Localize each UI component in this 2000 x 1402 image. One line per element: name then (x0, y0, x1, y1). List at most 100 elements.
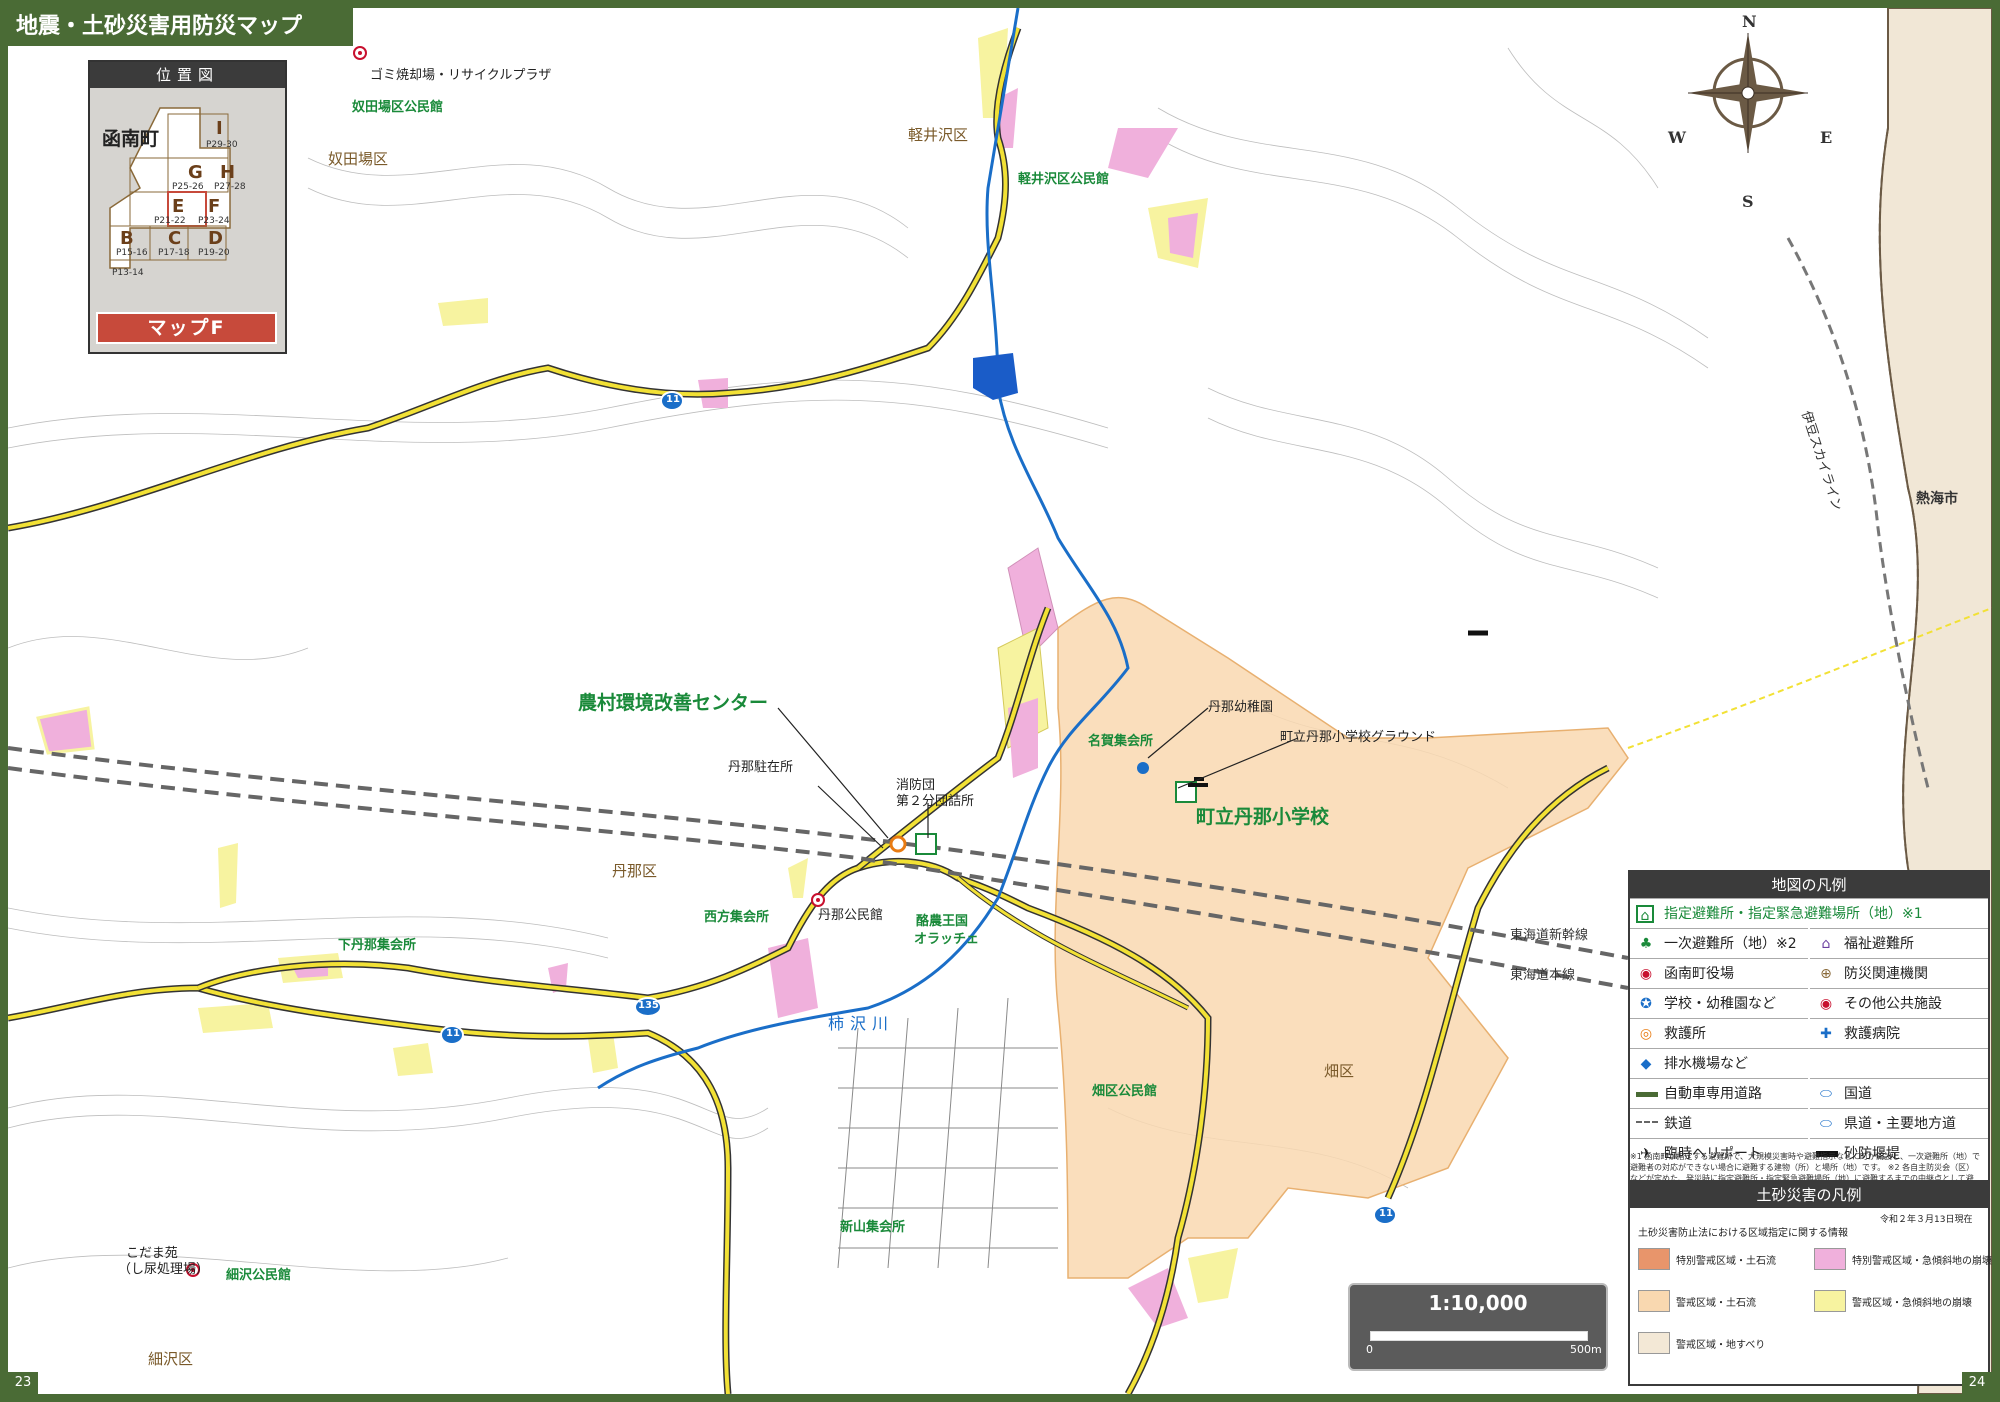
label-atami: 熱海市 (1916, 491, 1958, 507)
inset-page: P15-16 (116, 248, 148, 258)
legend-row: ⌂ 福祉避難所 (1810, 928, 1988, 959)
label-tanna-ku: 丹那区 (612, 862, 658, 880)
label-nutabakoku-kaikan: 奴田場区公民館 (352, 100, 444, 115)
legend-row: ◉ 函南町役場 (1630, 958, 1808, 989)
legend-row: 鉄道 (1630, 1108, 1808, 1139)
compass-s: S (1742, 192, 1754, 211)
label-niiyama: 新山集会所 (840, 1220, 906, 1235)
route-11-west: 11 (446, 1028, 460, 1039)
inset-cell-d: D (208, 228, 223, 249)
swatch-warning-landslide (1638, 1332, 1670, 1354)
label-tanna-ground: 町立丹那小学校グラウンド (1280, 730, 1437, 745)
sediment-date: 令和２年３月13日現在 (1880, 1215, 1973, 1225)
label-rakuno1: 酪農王国 (916, 914, 969, 929)
primary-shelter-icon: ♣ (1639, 936, 1653, 952)
label-kakisawa: 柿沢川 (828, 1014, 895, 1033)
reservoir (973, 353, 1018, 400)
label-tanna-kominkan: 丹那公民館 (818, 908, 884, 923)
route-11-north: 11 (666, 394, 680, 405)
compass-rose-icon (1688, 33, 1808, 153)
inset-page: P19-20 (198, 248, 230, 258)
label-tanna-chuzaisho: 丹那駐在所 (728, 760, 794, 775)
swatch-special-slope (1814, 1248, 1846, 1270)
page-number-right: 24 (1962, 1372, 1992, 1394)
inset-page: P13-14 (112, 268, 144, 278)
inset-cell-c: C (168, 228, 182, 249)
compass-n: N (1742, 12, 1757, 31)
inset-page: P17-18 (158, 248, 190, 258)
prefectural-road-south (8, 984, 732, 1394)
label-shimotanna: 下丹那集会所 (338, 938, 417, 953)
label-shinkansen: 東海道新幹線 (1510, 928, 1589, 943)
label-noson-center: 農村環境改善センター (578, 692, 769, 714)
legend-row: ◆ 排水機場など (1630, 1048, 1988, 1079)
compass-w: W (1668, 128, 1686, 147)
inset-cell-g: G (188, 162, 203, 183)
label-tanna-youchien: 丹那幼稚園 (1208, 700, 1274, 715)
label-hosozawa-ku: 細沢区 (148, 1350, 194, 1368)
sediment-item: 特別警戒区域・急傾斜地の崩壊 (1852, 1256, 1992, 1267)
label-honsen: 東海道本線 (1510, 968, 1576, 983)
compass-e: E (1820, 128, 1833, 147)
designated-shelter-icon: ⌂ (1636, 905, 1654, 924)
label-hosozawa-kaikan: 細沢公民館 (226, 1268, 292, 1283)
legend-row: ◉ その他公共施設 (1810, 988, 1988, 1019)
location-inset[interactable]: 位置図 函南町 I G H E F B C D P29-30 P25-26 P2… (88, 60, 287, 354)
inset-page: P23-24 (198, 216, 230, 226)
label-kodama2: （し尿処理場） (118, 1262, 210, 1277)
swatch-warning-slope (1814, 1290, 1846, 1312)
map-title: 地震・土砂災害用防災マップ (8, 8, 353, 46)
expressway-icon (1636, 1085, 1658, 1103)
inset-page: P29-30 (206, 140, 238, 150)
welfare-shelter-icon: ⌂ (1821, 936, 1831, 952)
disaster-agency-icon: ⊕ (1820, 966, 1832, 982)
scale-end: 500m (1570, 1343, 1602, 1356)
legend-row: ⬭ 県道・主要地方道 (1810, 1108, 1988, 1139)
inset-page: P27-28 (214, 182, 246, 192)
legend-row: 自動車専用道路 (1630, 1078, 1808, 1109)
sediment-legend-title: 土砂災害の凡例 (1630, 1182, 1988, 1208)
hazard-map[interactable]: 地震・土砂災害用防災マップ 位置図 函南町 I G H E F B C D P2… (8, 8, 1992, 1394)
label-hatake-ku: 畑区 (1324, 1062, 1355, 1080)
map-page: 地震・土砂災害用防災マップ 位置図 函南町 I G H E F B C D P2… (0, 0, 2000, 1402)
inset-page: P21-22 (154, 216, 186, 226)
pump-station-icon: ◆ (1640, 1056, 1652, 1072)
inset-cell-f: F (208, 196, 221, 217)
sediment-legend: 土砂災害の凡例 令和２年３月13日現在 土砂災害防止法における区域指定に関する情… (1628, 1180, 1992, 1386)
public-facility-icon: ◉ (1819, 996, 1833, 1012)
railway-icon (1636, 1115, 1658, 1133)
national-road-icon: ⬭ (1820, 1086, 1832, 1102)
town-hall-icon: ◉ (1639, 966, 1653, 982)
inset-cell-i: I (216, 118, 223, 139)
page-number-left: 23 (8, 1372, 38, 1394)
label-karuisawa-kaikan: 軽井沢区公民館 (1018, 172, 1110, 187)
route-135: 135 (638, 1000, 659, 1011)
inset-heading: 位置図 (90, 62, 285, 88)
inset-town-label: 函南町 (102, 128, 160, 150)
scale-bar-graphic (1370, 1331, 1588, 1341)
legend-row: ⬭ 国道 (1810, 1078, 1988, 1109)
sediment-item: 警戒区域・土石流 (1676, 1298, 1756, 1309)
legend-row: ⌂ 指定避難所・指定緊急避難場所（地）※1 (1630, 898, 1988, 929)
scale-zero: 0 (1366, 1343, 1373, 1356)
scale-ratio: 1:10,000 (1428, 1291, 1528, 1315)
map-f-label: マップF (96, 312, 277, 344)
route-11-east: 11 (1379, 1208, 1393, 1219)
label-karuisawakoku: 軽井沢区 (908, 126, 969, 144)
legend-row: ✚ 救護病院 (1810, 1018, 1988, 1049)
school-icon: ✪ (1640, 996, 1652, 1012)
first-aid-station-icon: ◎ (1639, 1026, 1653, 1042)
sediment-subtitle: 土砂災害防止法における区域指定に関する情報 (1638, 1228, 1848, 1239)
swatch-warning-debris (1638, 1290, 1670, 1312)
legend-title: 地図の凡例 (1630, 872, 1988, 898)
legend-row: ⊕ 防災関連機関 (1810, 958, 1988, 989)
label-rakuno2: オラッチェ (914, 932, 980, 947)
label-nishikata: 西方集会所 (704, 910, 770, 925)
label-hatake-kominkan: 畑区公民館 (1092, 1084, 1158, 1099)
inset-cell-e: E (172, 196, 185, 217)
inset-cell-h: H (220, 162, 236, 183)
inset-page: P25-26 (172, 182, 204, 192)
label-tanna-school: 町立丹那小学校 (1196, 806, 1330, 828)
inset-cell-b: B (120, 228, 134, 249)
sediment-item: 警戒区域・地すべり (1676, 1340, 1766, 1351)
